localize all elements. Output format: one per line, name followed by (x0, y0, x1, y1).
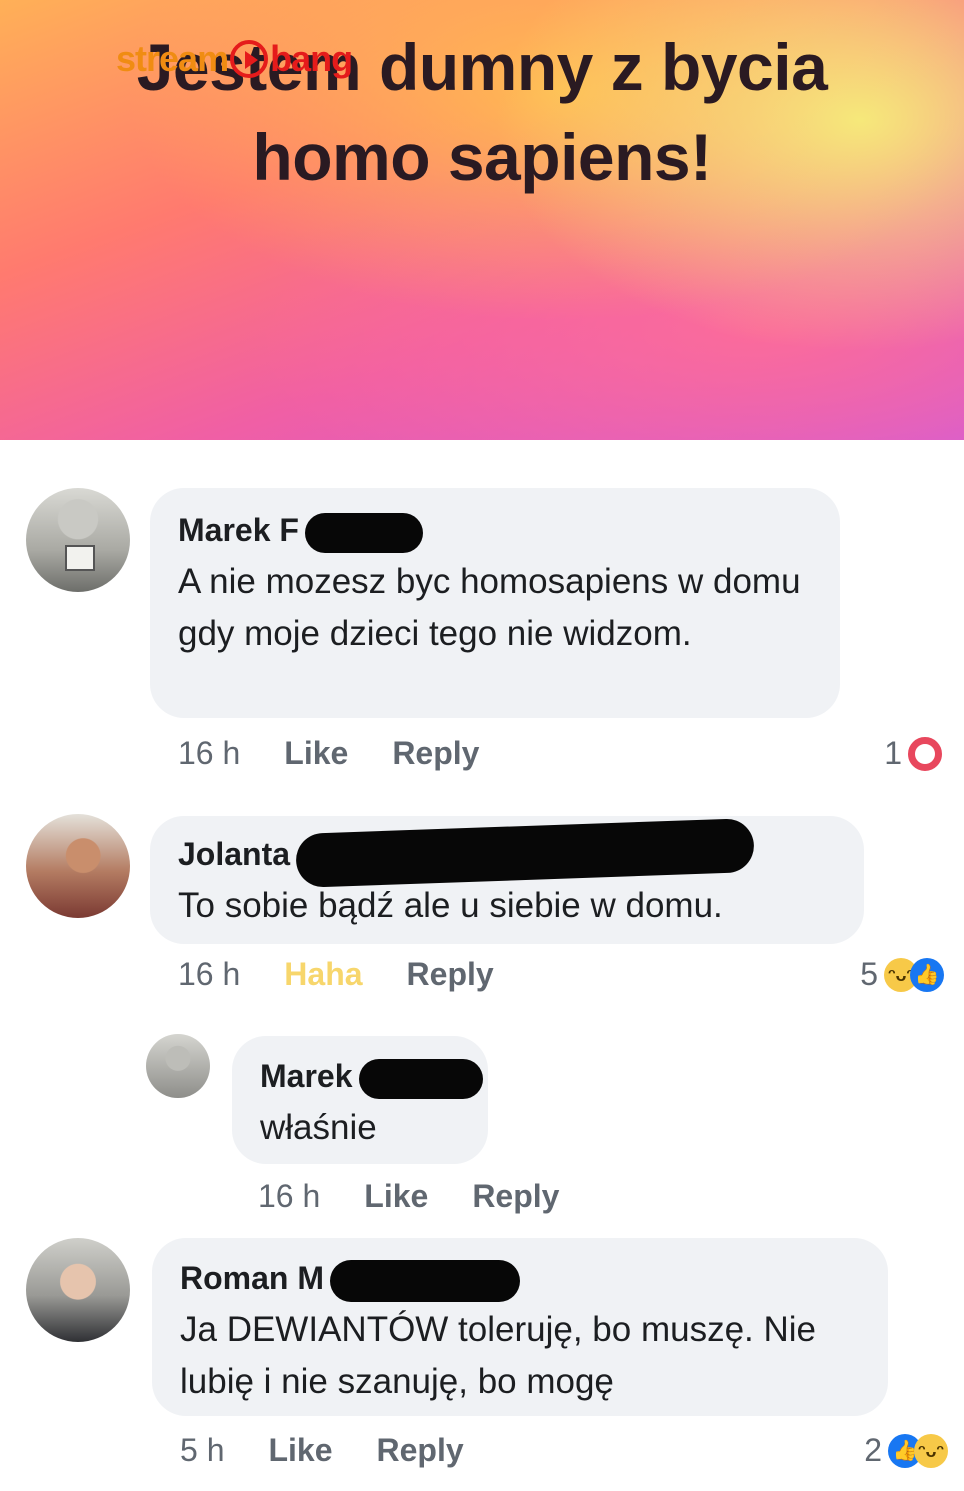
comment-actions: 16 h Like Reply (258, 1178, 559, 1215)
comment-bubble: Marek F A nie mozesz byc homosapiens w d… (150, 488, 840, 718)
comment-timestamp[interactable]: 16 h (178, 956, 240, 993)
comment-actions: 16 h Haha Reply (178, 956, 494, 993)
like-button[interactable]: Like (364, 1178, 428, 1215)
haha-reaction-button[interactable]: Haha (284, 956, 362, 993)
comment-actions: 16 h Like Reply (178, 735, 479, 772)
avatar[interactable] (146, 1034, 210, 1098)
comment-timestamp[interactable]: 16 h (258, 1178, 320, 1215)
reaction-summary[interactable]: 5 ᵔᴗᵔ 👍 (860, 956, 944, 993)
haha-icon: ᵔᴗᵔ (914, 1433, 948, 1468)
comment-timestamp[interactable]: 5 h (180, 1432, 224, 1469)
comment-text: To sobie bądź ale u siebie w domu. (178, 886, 723, 925)
reply-button[interactable]: Reply (472, 1178, 559, 1215)
comment-author[interactable]: Marek (260, 1058, 353, 1094)
reaction-count: 2 (864, 1432, 882, 1468)
redaction-mark (304, 512, 423, 553)
redaction-mark (295, 817, 755, 888)
post-background-card: Jestem dumny z bycia homo sapiens! strea… (0, 0, 964, 440)
reaction-summary[interactable]: 1 (884, 735, 942, 772)
watermark-text-bang: bang (270, 38, 353, 79)
comment-bubble: Roman M Ja DEWIANTÓW toleruję, bo muszę.… (152, 1238, 888, 1416)
comment-text: A nie mozesz byc homosapiens w domu gdy … (178, 562, 801, 653)
comment-text: właśnie (260, 1108, 377, 1147)
watermark-text-stream: stream (116, 38, 229, 79)
comment-author[interactable]: Jolanta (178, 836, 290, 872)
like-icon: 👍 (910, 957, 944, 992)
avatar[interactable] (26, 814, 130, 918)
comment-bubble: Jolanta To sobie bądź ale u siebie w dom… (150, 816, 864, 944)
reply-button[interactable]: Reply (407, 956, 494, 993)
redaction-mark (358, 1058, 483, 1099)
comment-actions: 5 h Like Reply (180, 1432, 464, 1469)
reply-button[interactable]: Reply (392, 735, 479, 772)
play-icon (230, 40, 269, 78)
avatar[interactable] (26, 1238, 130, 1342)
like-button[interactable]: Like (268, 1432, 332, 1469)
reaction-count: 1 (884, 735, 902, 771)
comment-timestamp[interactable]: 16 h (178, 735, 240, 772)
like-button[interactable]: Like (284, 735, 348, 772)
comment-author[interactable]: Roman M (180, 1260, 324, 1296)
reaction-summary[interactable]: 2 👍 ᵔᴗᵔ (864, 1432, 948, 1469)
comment-author[interactable]: Marek F (178, 512, 299, 548)
reaction-count: 5 (860, 956, 878, 992)
watermark-logo: stream bang (116, 38, 353, 80)
redaction-mark (330, 1259, 520, 1302)
reply-button[interactable]: Reply (377, 1432, 464, 1469)
heart-icon (908, 736, 942, 771)
comment-bubble: Marek właśnie (232, 1036, 488, 1164)
comment-text: Ja DEWIANTÓW toleruję, bo muszę. Nie lub… (180, 1310, 816, 1401)
avatar[interactable] (26, 488, 130, 592)
